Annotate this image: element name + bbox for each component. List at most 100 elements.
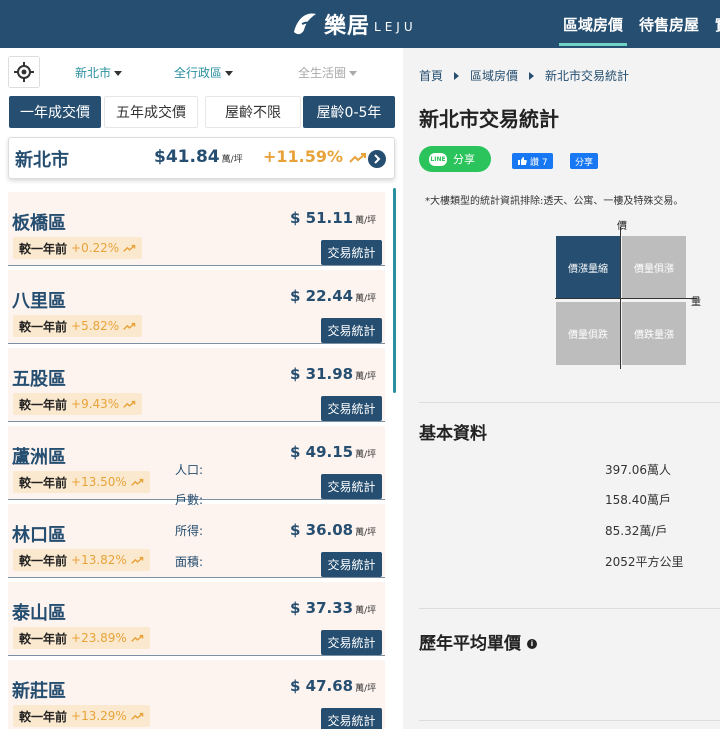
trend-up-icon: [123, 400, 136, 408]
district-dropdown[interactable]: 全行政區: [174, 64, 234, 81]
transaction-stats-button[interactable]: 交易統計: [321, 396, 382, 421]
district-price: $ 47.68 萬/坪: [290, 677, 376, 695]
crosshair-icon: [14, 62, 34, 82]
price-axis-label: 價: [617, 221, 627, 232]
top-header: 樂居 LEJU 區域房價 待售房屋 實: [0, 0, 720, 48]
fb-like-button[interactable]: 讚 7: [512, 153, 553, 169]
info-label: 所得:: [174, 524, 203, 538]
nav-region-price[interactable]: 區域房價: [558, 14, 628, 46]
tab-one-year-price[interactable]: 一年成交價: [9, 96, 101, 128]
nav-for-sale[interactable]: 待售房屋: [639, 14, 699, 35]
chevron-down-icon: [349, 71, 358, 76]
yoy-change-value: +13.82%: [71, 553, 127, 567]
district-price-value: $ 37.33: [290, 599, 354, 617]
yoy-change-badge: 較一年前 +9.43%: [13, 393, 143, 415]
chevron-down-icon: [225, 71, 234, 76]
district-name: 林口區: [12, 525, 66, 546]
chevron-down-icon: [114, 71, 123, 76]
fb-share-button[interactable]: 分享: [570, 153, 599, 169]
line-share-button[interactable]: LINE 分享: [419, 146, 491, 172]
leju-logo[interactable]: 樂居 LEJU: [290, 8, 417, 40]
city-summary-card[interactable]: 新北市 $41.84 萬/坪 +11.59%: [8, 137, 395, 179]
yoy-label: 較一年前: [19, 709, 68, 724]
district-dropdown-label: 全行政區: [174, 66, 223, 80]
trend-up-icon: [123, 322, 136, 330]
yoy-label: 較一年前: [19, 319, 68, 334]
district-name: 新莊區: [12, 681, 66, 702]
transaction-stats-button[interactable]: 交易統計: [321, 474, 382, 499]
district-row[interactable]: 板橋區 $ 51.11 萬/坪 較一年前 +0.22% 交易統計: [8, 192, 385, 266]
district-price-unit: 萬/坪: [355, 606, 377, 616]
district-price-value: $ 51.11: [290, 209, 354, 227]
breadcrumb-arrow-icon: [454, 71, 460, 80]
locate-button[interactable]: [8, 56, 40, 88]
district-price-value: $ 49.15: [290, 443, 354, 461]
yoy-label: 較一年前: [19, 397, 68, 412]
yoy-change-badge: 較一年前 +23.89%: [13, 627, 150, 649]
info-icon[interactable]: i: [527, 639, 537, 649]
city-price-unit: 萬/坪: [221, 155, 243, 165]
district-row[interactable]: 五股區 $ 31.98 萬/坪 較一年前 +9.43% 交易統計: [8, 348, 385, 422]
district-row[interactable]: 新莊區 $ 47.68 萬/坪較一年前 +13.29% 交易統計: [8, 660, 385, 729]
tab-age-0-5[interactable]: 屋齡0-5年: [303, 96, 395, 128]
nav-more[interactable]: 實: [715, 14, 720, 35]
quadrant-both-up[interactable]: 價量俱漲: [622, 236, 686, 299]
quadrant-price-up-volume-down[interactable]: 價漲量縮: [556, 236, 620, 299]
quadrant-both-down[interactable]: 價量俱跌: [556, 302, 620, 365]
chevron-right-circle-icon[interactable]: [368, 150, 386, 168]
info-label: 戶數:: [174, 493, 203, 507]
district-row[interactable]: 泰山區 $ 37.33 萬/坪較一年前 +23.89% 交易統計: [8, 582, 385, 656]
district-price-value: $ 36.08: [290, 521, 354, 539]
breadcrumb-current: 新北市交易統計: [545, 69, 630, 83]
city-price: $41.84 萬/坪: [154, 147, 243, 167]
transaction-stats-button[interactable]: 交易統計: [321, 318, 382, 343]
transaction-stats-button[interactable]: 交易統計: [321, 708, 382, 729]
breadcrumb: 首頁 區域房價 新北市交易統計: [419, 67, 629, 84]
row-divider: [8, 577, 385, 578]
district-list[interactable]: 板橋區 $ 51.11 萬/坪 較一年前 +0.22% 交易統計 八里區 $ 22.44 萬/坪…: [0, 188, 403, 729]
tab-age-unlimited[interactable]: 屋齡不限: [205, 96, 301, 128]
exclusion-note: *大樓類型的統計資訊排除:透天、公寓、一樓及特殊交易。: [425, 196, 684, 207]
info-label: 人口:: [174, 463, 203, 477]
district-price-value: $ 22.44: [290, 287, 354, 305]
city-dropdown[interactable]: 新北市: [75, 64, 123, 81]
district-price-value: $ 47.68: [290, 677, 354, 695]
district-price-unit: 萬/坪: [355, 450, 377, 460]
filter-row: 新北市 全行政區 全生活圈: [8, 56, 393, 88]
yoy-label: 較一年前: [19, 475, 68, 490]
transaction-stats-button[interactable]: 交易統計: [321, 240, 382, 265]
district-price: $ 51.11 萬/坪: [290, 209, 376, 227]
life-circle-dropdown-label: 全生活圈: [298, 66, 347, 80]
row-divider: [8, 343, 385, 344]
district-price-unit: 萬/坪: [355, 528, 377, 538]
breadcrumb-region-price[interactable]: 區域房價: [470, 67, 518, 84]
trend-up-icon: [131, 478, 144, 486]
district-name: 泰山區: [12, 603, 66, 624]
district-name: 蘆洲區: [12, 447, 66, 468]
quadrant-price-down-volume-up[interactable]: 價跌量漲: [622, 302, 686, 365]
breadcrumb-arrow-icon: [529, 71, 535, 80]
yoy-change-badge: 較一年前 +13.29%: [13, 705, 150, 727]
transaction-stats-button[interactable]: 交易統計: [321, 552, 382, 577]
section-divider: [419, 720, 720, 721]
yoy-change-value: +13.29%: [71, 709, 127, 723]
section-divider: [419, 402, 720, 403]
life-circle-dropdown[interactable]: 全生活圈: [298, 64, 358, 81]
city-price-value: $41.84: [154, 147, 220, 167]
list-scrollbar[interactable]: [393, 188, 396, 393]
trend-up-icon: [348, 152, 366, 163]
district-row[interactable]: 八里區 $ 22.44 萬/坪 較一年前 +5.82% 交易統計: [8, 270, 385, 344]
breadcrumb-home[interactable]: 首頁: [419, 67, 443, 84]
info-value: 85.32萬/戶: [605, 524, 668, 538]
district-name: 五股區: [12, 369, 66, 390]
transaction-stats-button[interactable]: 交易統計: [321, 630, 382, 655]
price-volume-quadrant: 價漲量縮 價量俱漲 價量俱跌 價跌量漲 價 量: [555, 219, 705, 371]
logo-subtext: LEJU: [374, 20, 417, 34]
yoy-change-badge: 較一年前 +13.82%: [13, 549, 150, 571]
yoy-change-value: +13.50%: [71, 475, 127, 489]
district-price-unit: 萬/坪: [355, 684, 377, 694]
volume-axis-label: 量: [691, 297, 701, 308]
tab-five-year-price[interactable]: 五年成交價: [104, 96, 198, 128]
yoy-change-badge: 較一年前 +5.82%: [13, 315, 143, 337]
trend-up-icon: [131, 556, 144, 564]
